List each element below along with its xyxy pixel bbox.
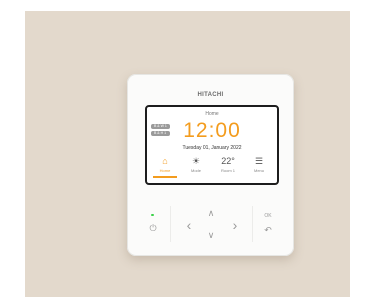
- right-button[interactable]: ›: [227, 217, 243, 233]
- chevron-down-icon: ∨: [207, 230, 215, 240]
- chevron-up-icon: ∧: [207, 208, 215, 218]
- menu-icon: ☰: [254, 156, 264, 166]
- divider: [252, 206, 253, 242]
- home-icon: ⌂: [162, 156, 168, 166]
- chevron-right-icon: ›: [232, 217, 238, 233]
- clock-time: 12:00: [183, 119, 241, 142]
- tab-label: Menu: [253, 168, 264, 173]
- tab-home[interactable]: ⌂ Home: [150, 155, 180, 178]
- sun-icon: ☀: [191, 156, 201, 166]
- tab-label: Mode: [190, 168, 201, 173]
- tab-label: Room 1: [220, 168, 235, 173]
- power-icon: ⏻: [149, 223, 157, 233]
- power-led: [151, 214, 154, 216]
- ok-label: OK: [264, 213, 272, 219]
- tab-room[interactable]: 22° Room 1: [213, 155, 243, 173]
- ok-button[interactable]: OK: [258, 213, 278, 219]
- screen-title: Home: [205, 111, 219, 117]
- date-text: Tuesday 01, January 2022: [182, 145, 242, 151]
- down-button[interactable]: ∨: [203, 230, 219, 241]
- tab-mode[interactable]: ☀ Mode: [181, 155, 211, 173]
- room-temperature: 22°: [221, 156, 235, 166]
- divider: [170, 206, 171, 242]
- brand-logo: HITACHI: [197, 92, 224, 98]
- display-screen: Home B & W 1 B & H 1 12:00 Tuesday 01, J…: [145, 105, 279, 185]
- back-button[interactable]: ↶: [258, 225, 278, 236]
- tab-menu[interactable]: ☰ Menu: [244, 155, 274, 173]
- power-button[interactable]: ⏻: [145, 223, 161, 234]
- back-icon: ↶: [264, 225, 272, 235]
- thermostat-controller: HITACHI Home B & W 1 B & H 1 12:00 Tuesd…: [127, 74, 294, 256]
- up-button[interactable]: ∧: [203, 208, 219, 219]
- chevron-left-icon: ‹: [186, 217, 192, 233]
- bottom-tab-bar: ⌂ Home ☀ Mode 22° Room 1 ☰ Menu: [147, 155, 277, 181]
- tab-label: Home: [159, 168, 171, 173]
- left-button[interactable]: ‹: [181, 217, 197, 233]
